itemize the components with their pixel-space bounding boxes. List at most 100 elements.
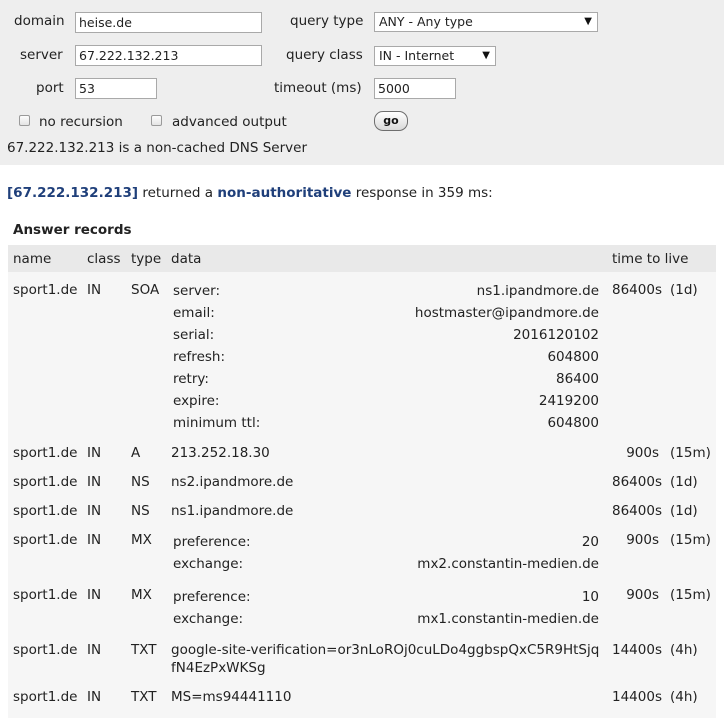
record-type: A: [131, 445, 141, 461]
col-name: name: [13, 251, 52, 267]
record-type: MX: [131, 587, 152, 603]
soa-field: retry: 86400: [173, 371, 599, 387]
record-ttl-human: (15m): [670, 587, 711, 603]
table-row: sport1.de IN NS ns2.ipandmore.de 86400s …: [8, 474, 716, 496]
query-type-value: ANY - Any type: [379, 14, 473, 29]
go-button[interactable]: go: [374, 111, 408, 131]
soa-field: server: ns1.ipandmore.de: [173, 283, 599, 299]
record-ttl-human: (15m): [670, 532, 711, 548]
record-ttl-human: (1d): [670, 282, 698, 298]
record-ttl-human: (1d): [670, 474, 698, 490]
record-class: IN: [87, 587, 102, 603]
record-ttl-human: (4h): [670, 689, 698, 705]
mx-field: exchange: mx2.constantin-medien.de: [173, 556, 599, 572]
record-class: IN: [87, 689, 102, 705]
record-type: NS: [131, 474, 150, 490]
result-returned-text: returned a: [138, 185, 218, 201]
record-data: google-site-verification=or3nLoROj0cuLDo…: [171, 642, 600, 676]
record-class: IN: [87, 282, 102, 298]
advanced-output-label: advanced output: [172, 114, 287, 130]
record-name: sport1.de: [13, 689, 78, 705]
col-ttl: time to live: [612, 251, 689, 267]
record-name: sport1.de: [13, 445, 78, 461]
record-type: TXT: [131, 689, 157, 705]
records-table-body: sport1.de IN SOA server: ns1.ipandmore.de…: [8, 272, 716, 718]
server-label: server: [20, 47, 63, 63]
record-ttl-human: (1d): [670, 503, 698, 519]
record-class: IN: [87, 532, 102, 548]
no-recursion-checkbox[interactable]: [19, 115, 30, 126]
no-recursion-label: no recursion: [39, 114, 123, 130]
record-class: IN: [87, 474, 102, 490]
record-ttl: 86400s: [612, 474, 662, 490]
port-input[interactable]: 53: [75, 78, 157, 99]
record-type: SOA: [131, 282, 160, 298]
server-input[interactable]: 67.222.132.213: [75, 45, 262, 66]
table-row: sport1.de IN A 213.252.18.30 900s (15m): [8, 445, 716, 467]
col-data: data: [171, 251, 202, 267]
col-type: type: [131, 251, 162, 267]
col-class: class: [87, 251, 121, 267]
result-response-text: response in 359 ms:: [351, 185, 493, 201]
dropdown-arrow-icon: ▼: [482, 50, 490, 61]
record-class: IN: [87, 503, 102, 519]
record-data: 213.252.18.30: [171, 445, 270, 461]
record-name: sport1.de: [13, 503, 78, 519]
record-ttl: 14400s: [612, 689, 662, 705]
record-ttl: 900s: [626, 532, 659, 548]
record-type: MX: [131, 532, 152, 548]
record-name: sport1.de: [13, 532, 78, 548]
soa-field: minimum ttl: 604800: [173, 415, 599, 431]
record-class: IN: [87, 642, 102, 658]
table-row: sport1.de IN NS ns1.ipandmore.de 86400s …: [8, 503, 716, 525]
advanced-output-checkbox[interactable]: [151, 115, 162, 126]
query-type-label: query type: [290, 13, 364, 29]
table-row: sport1.de IN SOA server: ns1.ipandmore.de…: [8, 282, 716, 442]
soa-field: expire: 2419200: [173, 393, 599, 409]
domain-label: domain: [14, 13, 65, 29]
record-data: MS=ms94441110: [171, 689, 292, 705]
record-name: sport1.de: [13, 642, 78, 658]
record-type: NS: [131, 503, 150, 519]
dropdown-arrow-icon: ▼: [584, 16, 592, 27]
mx-field: preference: 10: [173, 589, 599, 605]
record-type: TXT: [131, 642, 157, 658]
record-ttl-human: (15m): [670, 445, 711, 461]
domain-input[interactable]: heise.de: [75, 12, 262, 33]
result-server: [67.222.132.213]: [7, 185, 139, 201]
timeout-input[interactable]: 5000: [374, 78, 456, 99]
record-ttl: 14400s: [612, 642, 662, 658]
answer-records-title: Answer records: [13, 222, 132, 238]
query-class-value: IN - Internet: [379, 48, 455, 63]
soa-field: serial: 2016120102: [173, 327, 599, 343]
result-authority: non-authoritative: [217, 185, 352, 201]
table-row: sport1.de IN MX preference: 20 exchange: m…: [8, 532, 716, 580]
query-class-select[interactable]: IN - Internet ▼: [374, 46, 496, 66]
record-class: IN: [87, 445, 102, 461]
soa-field: refresh: 604800: [173, 349, 599, 365]
result-summary: [67.222.132.213] returned a non-authorit…: [7, 185, 493, 201]
query-class-label: query class: [286, 47, 363, 63]
query-form: domain heise.de server 67.222.132.213 po…: [0, 0, 724, 165]
mx-field: preference: 20: [173, 534, 599, 550]
record-name: sport1.de: [13, 282, 78, 298]
port-label: port: [36, 80, 64, 96]
record-data: ns2.ipandmore.de: [171, 474, 294, 490]
record-ttl-human: (4h): [670, 642, 698, 658]
soa-field: email: hostmaster@ipandmore.de: [173, 305, 599, 321]
records-table-header: name class type data time to live: [8, 245, 716, 272]
table-row: sport1.de IN MX preference: 10 exchange: m…: [8, 587, 716, 635]
server-status: 67.222.132.213 is a non-cached DNS Serve…: [7, 140, 307, 156]
table-row: sport1.de IN TXT google-site-verificatio…: [8, 642, 716, 682]
record-name: sport1.de: [13, 587, 78, 603]
record-ttl: 86400s: [612, 282, 662, 298]
query-type-select[interactable]: ANY - Any type ▼: [374, 12, 598, 32]
record-data: ns1.ipandmore.de: [171, 503, 294, 519]
table-row: sport1.de IN TXT MS=ms94441110 14400s (4…: [8, 689, 716, 711]
record-ttl: 900s: [626, 445, 659, 461]
record-name: sport1.de: [13, 474, 78, 490]
record-ttl: 86400s: [612, 503, 662, 519]
record-ttl: 900s: [626, 587, 659, 603]
mx-field: exchange: mx1.constantin-medien.de: [173, 611, 599, 627]
timeout-label: timeout (ms): [274, 80, 362, 96]
